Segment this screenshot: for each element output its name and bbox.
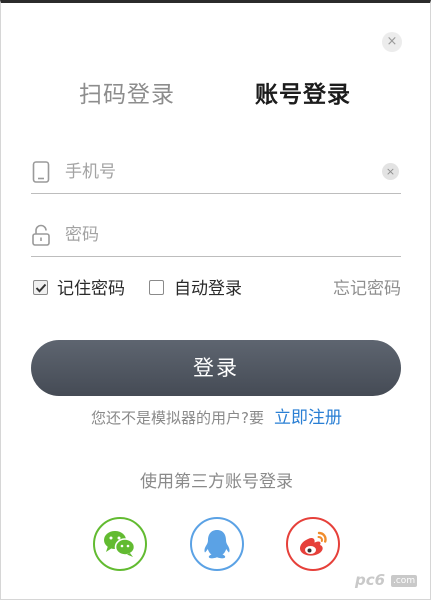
remember-password-label[interactable]: 记住密码 <box>57 276 125 302</box>
tab-qr-login[interactable]: 扫码登录 <box>79 79 175 111</box>
clear-phone-button[interactable]: × <box>382 163 399 180</box>
third-party-title: 使用第三方账号登录 <box>140 472 293 492</box>
forgot-password-link[interactable]: 忘记密码 <box>333 276 401 302</box>
password-input[interactable] <box>65 221 365 249</box>
close-icon: × <box>386 34 398 49</box>
password-field <box>31 213 401 257</box>
watermark-text: pc6 <box>355 571 386 589</box>
clear-icon: × <box>385 165 396 178</box>
login-button[interactable]: 登录 <box>31 340 401 396</box>
register-link[interactable]: 立即注册 <box>274 408 342 428</box>
phone-input[interactable] <box>65 158 365 186</box>
watermark-suffix: .com <box>391 575 418 587</box>
login-window: × 扫码登录 账号登录 × 记住密码 自动登录 忘记密码 登录 <box>0 0 431 600</box>
login-options: 记住密码 自动登录 忘记密码 <box>31 276 401 302</box>
register-prompt: 您还不是模拟器的用户?要 <box>91 409 264 427</box>
qq-icon <box>204 530 230 559</box>
remember-password-checkbox[interactable] <box>33 280 48 295</box>
wechat-login-button[interactable] <box>93 517 147 571</box>
tab-account-login[interactable]: 账号登录 <box>255 79 351 111</box>
wechat-icon <box>104 531 136 557</box>
weibo-icon <box>300 531 327 556</box>
weibo-login-button[interactable] <box>286 517 340 571</box>
lock-icon <box>32 224 50 246</box>
close-button[interactable]: × <box>382 32 402 52</box>
register-row: 您还不是模拟器的用户?要 立即注册 <box>1 406 431 430</box>
qq-login-button[interactable] <box>190 517 244 571</box>
auto-login-checkbox[interactable] <box>149 280 164 295</box>
auto-login-label[interactable]: 自动登录 <box>174 276 242 302</box>
checkmark-icon <box>35 283 47 293</box>
phone-icon <box>32 161 50 183</box>
phone-field: × <box>31 150 401 194</box>
